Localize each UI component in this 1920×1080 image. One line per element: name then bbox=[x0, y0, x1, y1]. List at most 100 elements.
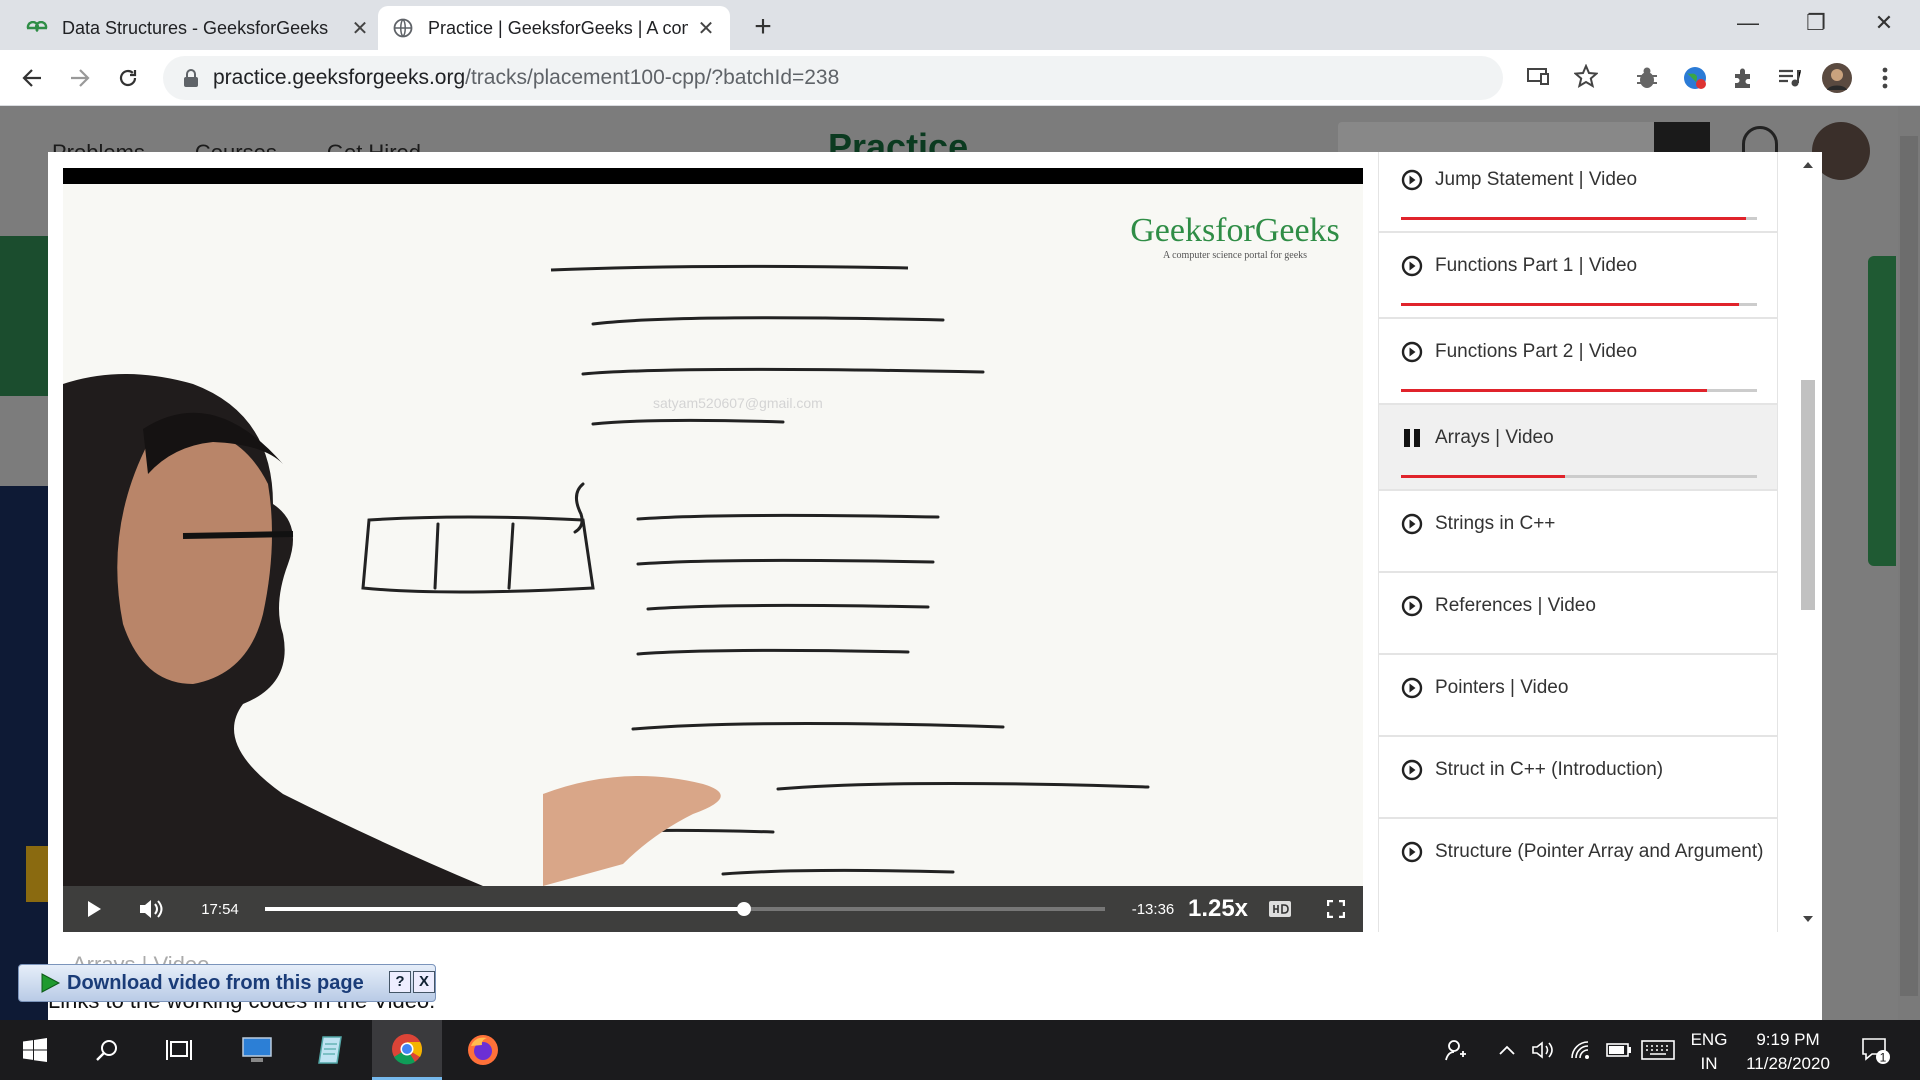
bookmark-star-icon[interactable] bbox=[1572, 62, 1600, 90]
video-top-bar bbox=[63, 168, 1363, 184]
playlist-scrollbar-thumb[interactable] bbox=[1801, 380, 1815, 610]
address-bar[interactable]: practice.geeksforgeeks.org/tracks/placem… bbox=[163, 56, 1503, 100]
playlist-progress bbox=[1401, 217, 1757, 220]
reload-button[interactable] bbox=[110, 60, 146, 96]
chrome-taskbar-icon[interactable] bbox=[372, 1020, 442, 1080]
globe-extension-icon[interactable] bbox=[1680, 63, 1710, 93]
play-circle-icon bbox=[1401, 255, 1423, 277]
playlist-item-title: Arrays | Video bbox=[1435, 427, 1554, 448]
wifi-icon[interactable] bbox=[1568, 1020, 1594, 1080]
tab-title: Data Structures - GeeksforGeeks bbox=[62, 17, 329, 38]
video-controls: 17:54 -13:36 1.25x bbox=[63, 886, 1363, 932]
live-batches-tab bbox=[1868, 256, 1896, 566]
forward-button[interactable] bbox=[62, 60, 98, 96]
seek-bar-fill bbox=[265, 907, 744, 911]
playlist-item-title: Structure (Pointer Array and Argument) bbox=[1435, 841, 1764, 862]
scroll-down-arrow-icon[interactable] bbox=[1798, 912, 1818, 926]
play-circle-icon bbox=[1401, 595, 1423, 617]
download-video-label[interactable]: Download video from this page bbox=[67, 972, 364, 995]
playlist-item-title: Functions Part 1 | Video bbox=[1435, 255, 1638, 276]
search-icon[interactable] bbox=[72, 1020, 142, 1080]
people-icon[interactable] bbox=[1436, 1020, 1476, 1080]
scroll-up-arrow-icon[interactable] bbox=[1798, 158, 1818, 172]
chrome-menu-icon[interactable] bbox=[1870, 63, 1900, 93]
playlist-item[interactable]: Struct in C++ (Introduction) bbox=[1378, 736, 1778, 818]
extensions-puzzle-icon[interactable] bbox=[1728, 63, 1758, 93]
volume-tray-icon[interactable] bbox=[1530, 1020, 1556, 1080]
url-host: practice.geeksforgeeks.org bbox=[213, 66, 466, 89]
play-circle-icon bbox=[1401, 841, 1423, 863]
fullscreen-icon[interactable] bbox=[1319, 886, 1353, 932]
firefox-taskbar-icon[interactable] bbox=[448, 1020, 518, 1080]
playlist-scrollbar[interactable] bbox=[1798, 152, 1818, 932]
playlist-item-title: Struct in C++ (Introduction) bbox=[1435, 759, 1664, 780]
playlist-item[interactable]: Structure (Pointer Array and Argument) bbox=[1378, 818, 1778, 932]
restore-window-button[interactable]: ❐ bbox=[1796, 8, 1836, 38]
page-scrollbar-thumb[interactable] bbox=[1900, 136, 1918, 996]
bg-class-panel bbox=[0, 236, 48, 396]
current-time: 17:54 bbox=[201, 900, 239, 918]
action-center-icon[interactable]: 1 bbox=[1852, 1020, 1898, 1080]
download-close-button[interactable]: X bbox=[413, 971, 435, 993]
playlist-item-title: Pointers | Video bbox=[1435, 677, 1569, 698]
notification-count: 1 bbox=[1880, 1051, 1887, 1065]
task-view-icon[interactable] bbox=[144, 1020, 214, 1080]
tab-practice[interactable]: Practice | GeeksforGeeks | A com ✕ bbox=[378, 6, 730, 50]
playlist-item-title: Jump Statement | Video bbox=[1435, 169, 1638, 190]
seek-bar-handle[interactable] bbox=[736, 902, 751, 916]
chevron-up-icon[interactable] bbox=[1494, 1020, 1520, 1080]
playlist: Jump Statement | Video Functions Part 1 … bbox=[1378, 152, 1778, 932]
media-queue-icon[interactable] bbox=[1774, 63, 1804, 93]
video-player[interactable]: GeeksforGeeks A computer science portal … bbox=[63, 168, 1363, 932]
watermark-brand: GeeksforGeeks bbox=[1130, 212, 1340, 249]
input-language[interactable]: ENG IN bbox=[1686, 1028, 1732, 1076]
minimize-window-button[interactable]: — bbox=[1728, 8, 1768, 38]
system-clock[interactable]: 9:19 PM 11/28/2020 bbox=[1736, 1028, 1840, 1076]
battery-icon[interactable] bbox=[1604, 1020, 1634, 1080]
clock-time: 9:19 PM bbox=[1756, 1030, 1820, 1049]
globe-icon bbox=[392, 17, 414, 39]
playlist-item-playing[interactable]: Arrays | Video bbox=[1378, 404, 1778, 490]
playlist-item[interactable]: Pointers | Video bbox=[1378, 654, 1778, 736]
bg-dark-panel bbox=[0, 486, 48, 1020]
playlist-item[interactable]: Jump Statement | Video bbox=[1378, 152, 1778, 232]
lock-icon[interactable] bbox=[183, 69, 201, 87]
play-circle-icon bbox=[1401, 169, 1423, 191]
close-window-button[interactable]: ✕ bbox=[1864, 8, 1904, 38]
language-code: ENG bbox=[1690, 1030, 1728, 1049]
playlist-item-title: Functions Part 2 | Video bbox=[1435, 341, 1638, 362]
close-tab-icon[interactable]: ✕ bbox=[350, 16, 370, 41]
play-circle-icon bbox=[1401, 513, 1423, 535]
back-button[interactable] bbox=[14, 60, 50, 96]
play-icon[interactable] bbox=[77, 886, 111, 932]
close-tab-icon[interactable]: ✕ bbox=[696, 16, 716, 41]
touch-keyboard-icon[interactable] bbox=[1638, 1020, 1678, 1080]
new-tab-button[interactable]: + bbox=[748, 10, 778, 44]
play-circle-icon bbox=[1401, 677, 1423, 699]
playlist-item[interactable]: Functions Part 2 | Video bbox=[1378, 318, 1778, 404]
playlist-item-title: Strings in C++ bbox=[1435, 513, 1556, 534]
whiteboard-frame bbox=[63, 184, 1363, 886]
this-pc-icon[interactable] bbox=[222, 1020, 292, 1080]
download-help-button[interactable]: ? bbox=[389, 971, 411, 993]
download-video-bar[interactable]: Download video from this page ? X bbox=[18, 964, 436, 1002]
playlist-progress bbox=[1401, 303, 1757, 306]
seek-bar[interactable] bbox=[265, 902, 1105, 916]
playlist-progress bbox=[1401, 475, 1757, 478]
remaining-time: -13:36 bbox=[1131, 900, 1175, 918]
windows-start-icon[interactable] bbox=[0, 1020, 70, 1080]
region-code: IN bbox=[1700, 1054, 1718, 1073]
green-play-icon bbox=[39, 972, 61, 994]
playback-speed-button[interactable]: 1.25x bbox=[1183, 886, 1253, 932]
volume-icon[interactable] bbox=[133, 886, 169, 932]
notepad-icon[interactable] bbox=[296, 1020, 366, 1080]
playlist-item[interactable]: Strings in C++ bbox=[1378, 490, 1778, 572]
hd-quality-icon[interactable] bbox=[1263, 886, 1297, 932]
playlist-item[interactable]: References | Video bbox=[1378, 572, 1778, 654]
playlist-item[interactable]: Functions Part 1 | Video bbox=[1378, 232, 1778, 318]
profile-avatar[interactable] bbox=[1822, 63, 1852, 93]
cast-device-icon[interactable] bbox=[1524, 62, 1552, 90]
clock-date: 11/28/2020 bbox=[1746, 1054, 1830, 1073]
tab-data-structures[interactable]: Data Structures - GeeksforGeeks ✕ bbox=[12, 6, 384, 50]
bug-extension-icon[interactable] bbox=[1632, 63, 1662, 93]
